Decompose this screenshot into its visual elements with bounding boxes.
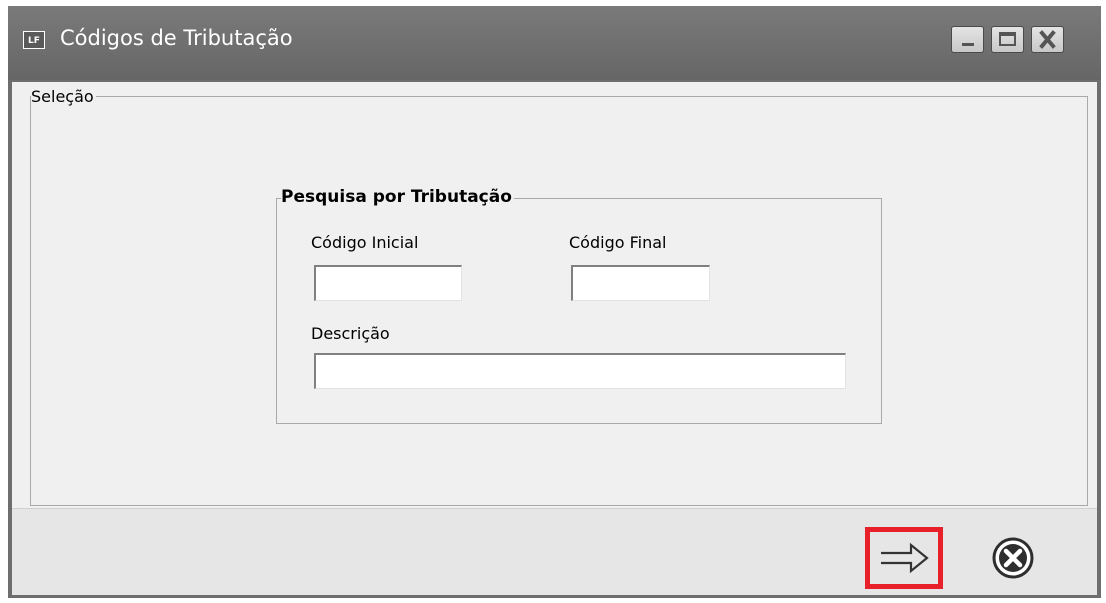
dialog-client-area: Seleção Pesquisa por Tributação Código I…: [12, 82, 1097, 595]
close-button[interactable]: [1031, 26, 1064, 53]
dialog-window: LF Códigos de Tributação Seleção Pesquis…: [8, 6, 1101, 598]
footer-toolbar: [12, 508, 1097, 595]
close-icon: [1039, 30, 1056, 49]
arrow-right-icon: [881, 542, 929, 574]
confirm-button[interactable]: [865, 527, 943, 589]
selection-groupbox: Seleção Pesquisa por Tributação Código I…: [30, 87, 1088, 506]
title-bar[interactable]: LF Códigos de Tributação: [8, 6, 1101, 80]
maximize-button[interactable]: [991, 26, 1024, 53]
search-groupbox: Pesquisa por Tributação Código Inicial C…: [276, 187, 882, 424]
descricao-label: Descrição: [311, 324, 390, 343]
maximize-icon: [999, 32, 1016, 46]
codigo-inicial-label: Código Inicial: [311, 233, 419, 252]
descricao-input[interactable]: [314, 353, 846, 389]
selection-group-legend: Seleção: [31, 87, 96, 106]
search-group-legend: Pesquisa por Tributação: [281, 187, 514, 207]
minimize-icon: [962, 43, 974, 46]
cancel-circle-icon: [992, 537, 1034, 579]
cancel-button[interactable]: [974, 527, 1052, 589]
app-logo-icon: LF: [23, 31, 45, 49]
codigo-final-input[interactable]: [571, 265, 710, 301]
codigo-inicial-input[interactable]: [314, 265, 462, 301]
minimize-button[interactable]: [951, 26, 984, 53]
codigo-final-label: Código Final: [569, 233, 667, 252]
window-title: Códigos de Tributação: [60, 26, 293, 50]
